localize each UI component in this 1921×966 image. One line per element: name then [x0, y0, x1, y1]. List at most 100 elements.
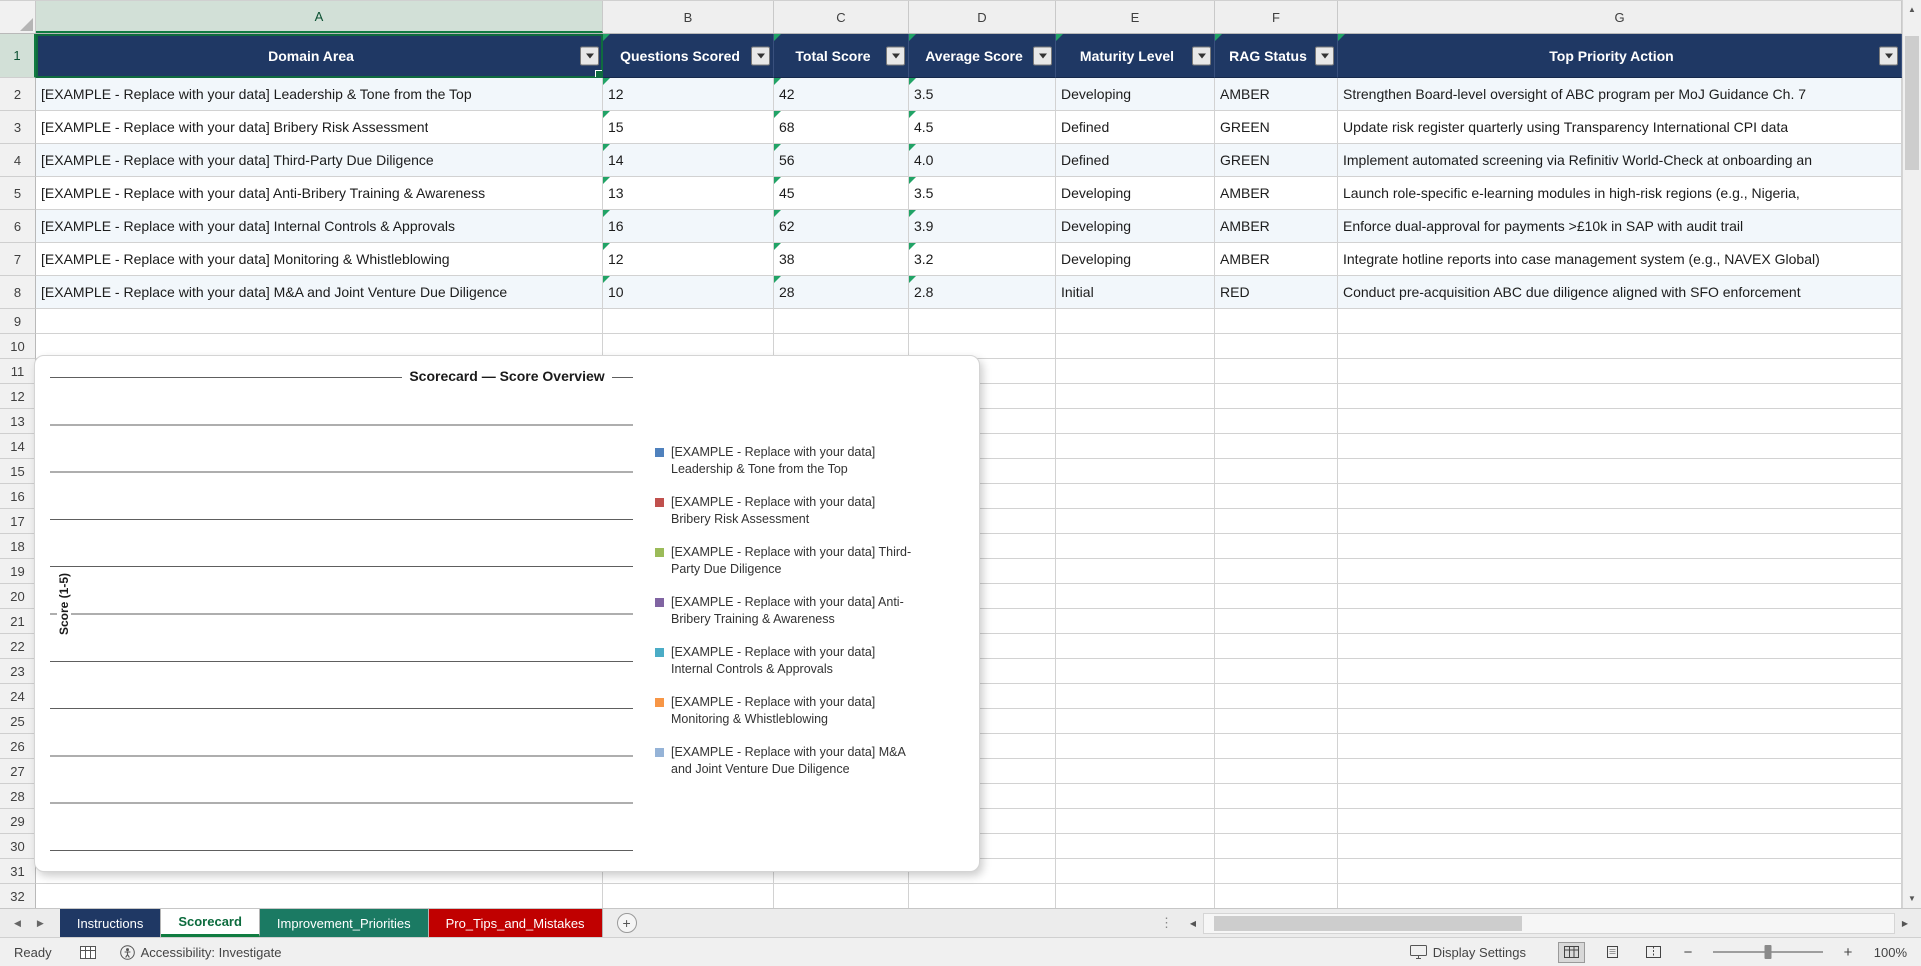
- row-header-26[interactable]: 26: [0, 734, 36, 759]
- filter-button-top-priority-action[interactable]: [1879, 46, 1898, 65]
- display-settings-button[interactable]: Display Settings: [1409, 945, 1526, 960]
- cell-D6[interactable]: 3.9: [909, 210, 1056, 243]
- tab-scroll-right-icon[interactable]: ▶: [37, 918, 44, 929]
- cell-C4[interactable]: 56: [774, 144, 909, 177]
- tab-options-dots-icon[interactable]: ⋮: [1150, 909, 1183, 937]
- new-sheet-button[interactable]: +: [616, 913, 637, 933]
- horizontal-scrollbar[interactable]: ◀ ▶: [1183, 909, 1915, 937]
- selection-fill-handle[interactable]: [595, 70, 602, 77]
- cell-D8[interactable]: 2.8: [909, 276, 1056, 309]
- scroll-down-icon[interactable]: ▼: [1903, 889, 1921, 908]
- filter-button-rag-status[interactable]: [1315, 46, 1334, 65]
- column-header-D[interactable]: D: [909, 1, 1056, 33]
- row-header-27[interactable]: 27: [0, 759, 36, 784]
- row-header-32[interactable]: 32: [0, 884, 36, 908]
- sheet-tab-scorecard[interactable]: Scorecard: [161, 909, 260, 937]
- cell-B1[interactable]: Questions Scored: [603, 34, 774, 78]
- normal-view-button[interactable]: [1558, 941, 1585, 963]
- legend-item[interactable]: [EXAMPLE - Replace with your data] Anti-…: [655, 594, 917, 627]
- row-header-13[interactable]: 13: [0, 409, 36, 434]
- cell-A2[interactable]: [EXAMPLE - Replace with your data] Leade…: [36, 78, 603, 111]
- column-header-C[interactable]: C: [774, 1, 909, 33]
- cell-A4[interactable]: [EXAMPLE - Replace with your data] Third…: [36, 144, 603, 177]
- column-header-F[interactable]: F: [1215, 1, 1338, 33]
- horizontal-scroll-track[interactable]: [1203, 912, 1895, 934]
- cell-D3[interactable]: 4.5: [909, 111, 1056, 144]
- sheet-tab-instructions[interactable]: Instructions: [59, 909, 162, 937]
- vertical-scrollbar[interactable]: ▲ ▼: [1902, 0, 1921, 908]
- cell-D1[interactable]: Average Score: [909, 34, 1056, 78]
- cell-G8[interactable]: Conduct pre-acquisition ABC due diligenc…: [1338, 276, 1902, 309]
- cell-B5[interactable]: 13: [603, 177, 774, 210]
- cell-A3[interactable]: [EXAMPLE - Replace with your data] Bribe…: [36, 111, 603, 144]
- row-header-7[interactable]: 7: [0, 243, 36, 276]
- select-all-button[interactable]: [0, 1, 36, 33]
- cell-E4[interactable]: Defined: [1056, 144, 1215, 177]
- cell-C6[interactable]: 62: [774, 210, 909, 243]
- row-header-12[interactable]: 12: [0, 384, 36, 409]
- cell-E6[interactable]: Developing: [1056, 210, 1215, 243]
- row-header-17[interactable]: 17: [0, 509, 36, 534]
- cell-F2[interactable]: AMBER: [1215, 78, 1338, 111]
- row-header-23[interactable]: 23: [0, 659, 36, 684]
- row-header-1[interactable]: 1: [0, 34, 36, 78]
- sheet-tab-pro-tips-and-mistakes[interactable]: Pro_Tips_and_Mistakes: [428, 909, 603, 937]
- row-header-16[interactable]: 16: [0, 484, 36, 509]
- cell-A6[interactable]: [EXAMPLE - Replace with your data] Inter…: [36, 210, 603, 243]
- cell-C3[interactable]: 68: [774, 111, 909, 144]
- cell-D5[interactable]: 3.5: [909, 177, 1056, 210]
- cell-A7[interactable]: [EXAMPLE - Replace with your data] Monit…: [36, 243, 603, 276]
- cell-B6[interactable]: 16: [603, 210, 774, 243]
- cell-G7[interactable]: Integrate hotline reports into case mana…: [1338, 243, 1902, 276]
- cell-E3[interactable]: Defined: [1056, 111, 1215, 144]
- column-header-E[interactable]: E: [1056, 1, 1215, 33]
- row-header-4[interactable]: 4: [0, 144, 36, 177]
- column-header-B[interactable]: B: [603, 1, 774, 33]
- cell-B3[interactable]: 15: [603, 111, 774, 144]
- row-header-31[interactable]: 31: [0, 859, 36, 884]
- row-header-2[interactable]: 2: [0, 78, 36, 111]
- legend-item[interactable]: [EXAMPLE - Replace with your data] M&A a…: [655, 744, 917, 777]
- filter-button-maturity-level[interactable]: [1192, 46, 1211, 65]
- row-header-5[interactable]: 5: [0, 177, 36, 210]
- row-header-30[interactable]: 30: [0, 834, 36, 859]
- filter-button-average-score[interactable]: [1033, 46, 1052, 65]
- cell-G1[interactable]: Top Priority Action: [1338, 34, 1902, 78]
- scroll-right-icon[interactable]: ▶: [1895, 919, 1915, 928]
- row-header-20[interactable]: 20: [0, 584, 36, 609]
- cell-E5[interactable]: Developing: [1056, 177, 1215, 210]
- cell-F6[interactable]: AMBER: [1215, 210, 1338, 243]
- row-header-14[interactable]: 14: [0, 434, 36, 459]
- cell-G4[interactable]: Implement automated screening via Refini…: [1338, 144, 1902, 177]
- row-header-18[interactable]: 18: [0, 534, 36, 559]
- cell-C2[interactable]: 42: [774, 78, 909, 111]
- zoom-in-button[interactable]: +: [1841, 944, 1855, 961]
- row-header-29[interactable]: 29: [0, 809, 36, 834]
- cell-B2[interactable]: 12: [603, 78, 774, 111]
- column-header-A[interactable]: A: [36, 1, 603, 33]
- page-break-view-button[interactable]: [1640, 942, 1667, 963]
- row-header-9[interactable]: 9: [0, 309, 36, 334]
- page-layout-view-button[interactable]: [1599, 942, 1626, 963]
- row-header-10[interactable]: 10: [0, 334, 36, 359]
- cell-A5[interactable]: [EXAMPLE - Replace with your data] Anti-…: [36, 177, 603, 210]
- row-header-6[interactable]: 6: [0, 210, 36, 243]
- filter-button-domain-area[interactable]: [580, 46, 599, 65]
- cell-C8[interactable]: 28: [774, 276, 909, 309]
- cell-B7[interactable]: 12: [603, 243, 774, 276]
- horizontal-scroll-thumb[interactable]: [1214, 915, 1522, 931]
- cell-C7[interactable]: 38: [774, 243, 909, 276]
- row-header-28[interactable]: 28: [0, 784, 36, 809]
- scorecard-chart[interactable]: Scorecard — Score Overview Score (1-5) […: [34, 355, 980, 872]
- cell-F7[interactable]: AMBER: [1215, 243, 1338, 276]
- legend-item[interactable]: [EXAMPLE - Replace with your data] Monit…: [655, 694, 917, 727]
- row-header-19[interactable]: 19: [0, 559, 36, 584]
- cell-F5[interactable]: AMBER: [1215, 177, 1338, 210]
- cell-B8[interactable]: 10: [603, 276, 774, 309]
- macro-record-icon[interactable]: [79, 945, 96, 959]
- cell-G6[interactable]: Enforce dual-approval for payments >£10k…: [1338, 210, 1902, 243]
- row-header-3[interactable]: 3: [0, 111, 36, 144]
- column-header-G[interactable]: G: [1338, 1, 1902, 33]
- cell-F8[interactable]: RED: [1215, 276, 1338, 309]
- cell-C1[interactable]: Total Score: [774, 34, 909, 78]
